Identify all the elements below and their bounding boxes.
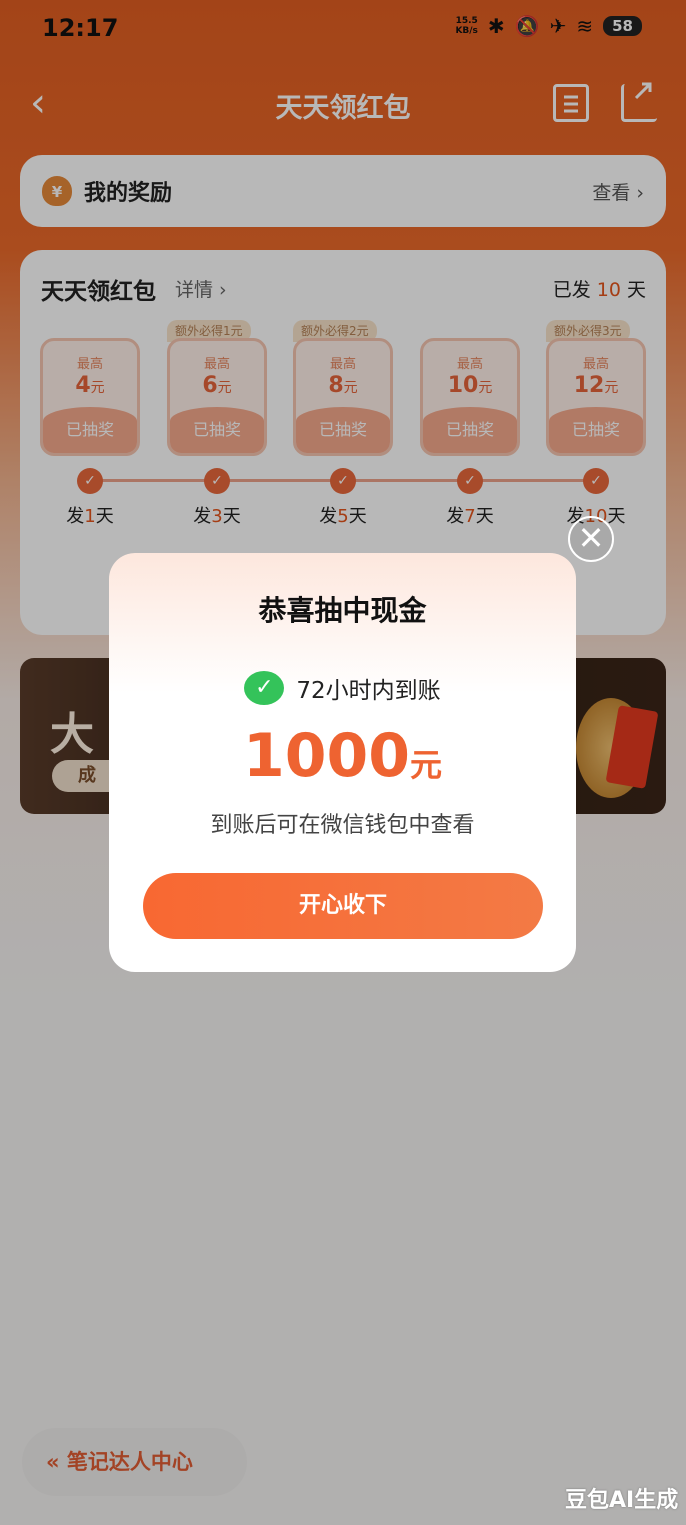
- dialog-note: 到账后可在微信钱包中查看: [210, 813, 475, 838]
- dialog-title: 恭喜抽中现金: [258, 594, 427, 627]
- wechat-pay-icon: ✓: [244, 671, 285, 705]
- prize-amount: 1000元: [242, 721, 442, 791]
- payout-text: 72小时内到账: [296, 678, 441, 704]
- close-icon[interactable]: ✕: [568, 516, 614, 562]
- watermark: 豆包AI生成: [565, 1488, 679, 1513]
- prize-dialog: 恭喜抽中现金 ✓ 72小时内到账 1000元 到账后可在微信钱包中查看 开心收下: [109, 553, 576, 972]
- payout-info: ✓ 72小时内到账: [109, 671, 576, 705]
- accept-button[interactable]: 开心收下: [143, 873, 543, 939]
